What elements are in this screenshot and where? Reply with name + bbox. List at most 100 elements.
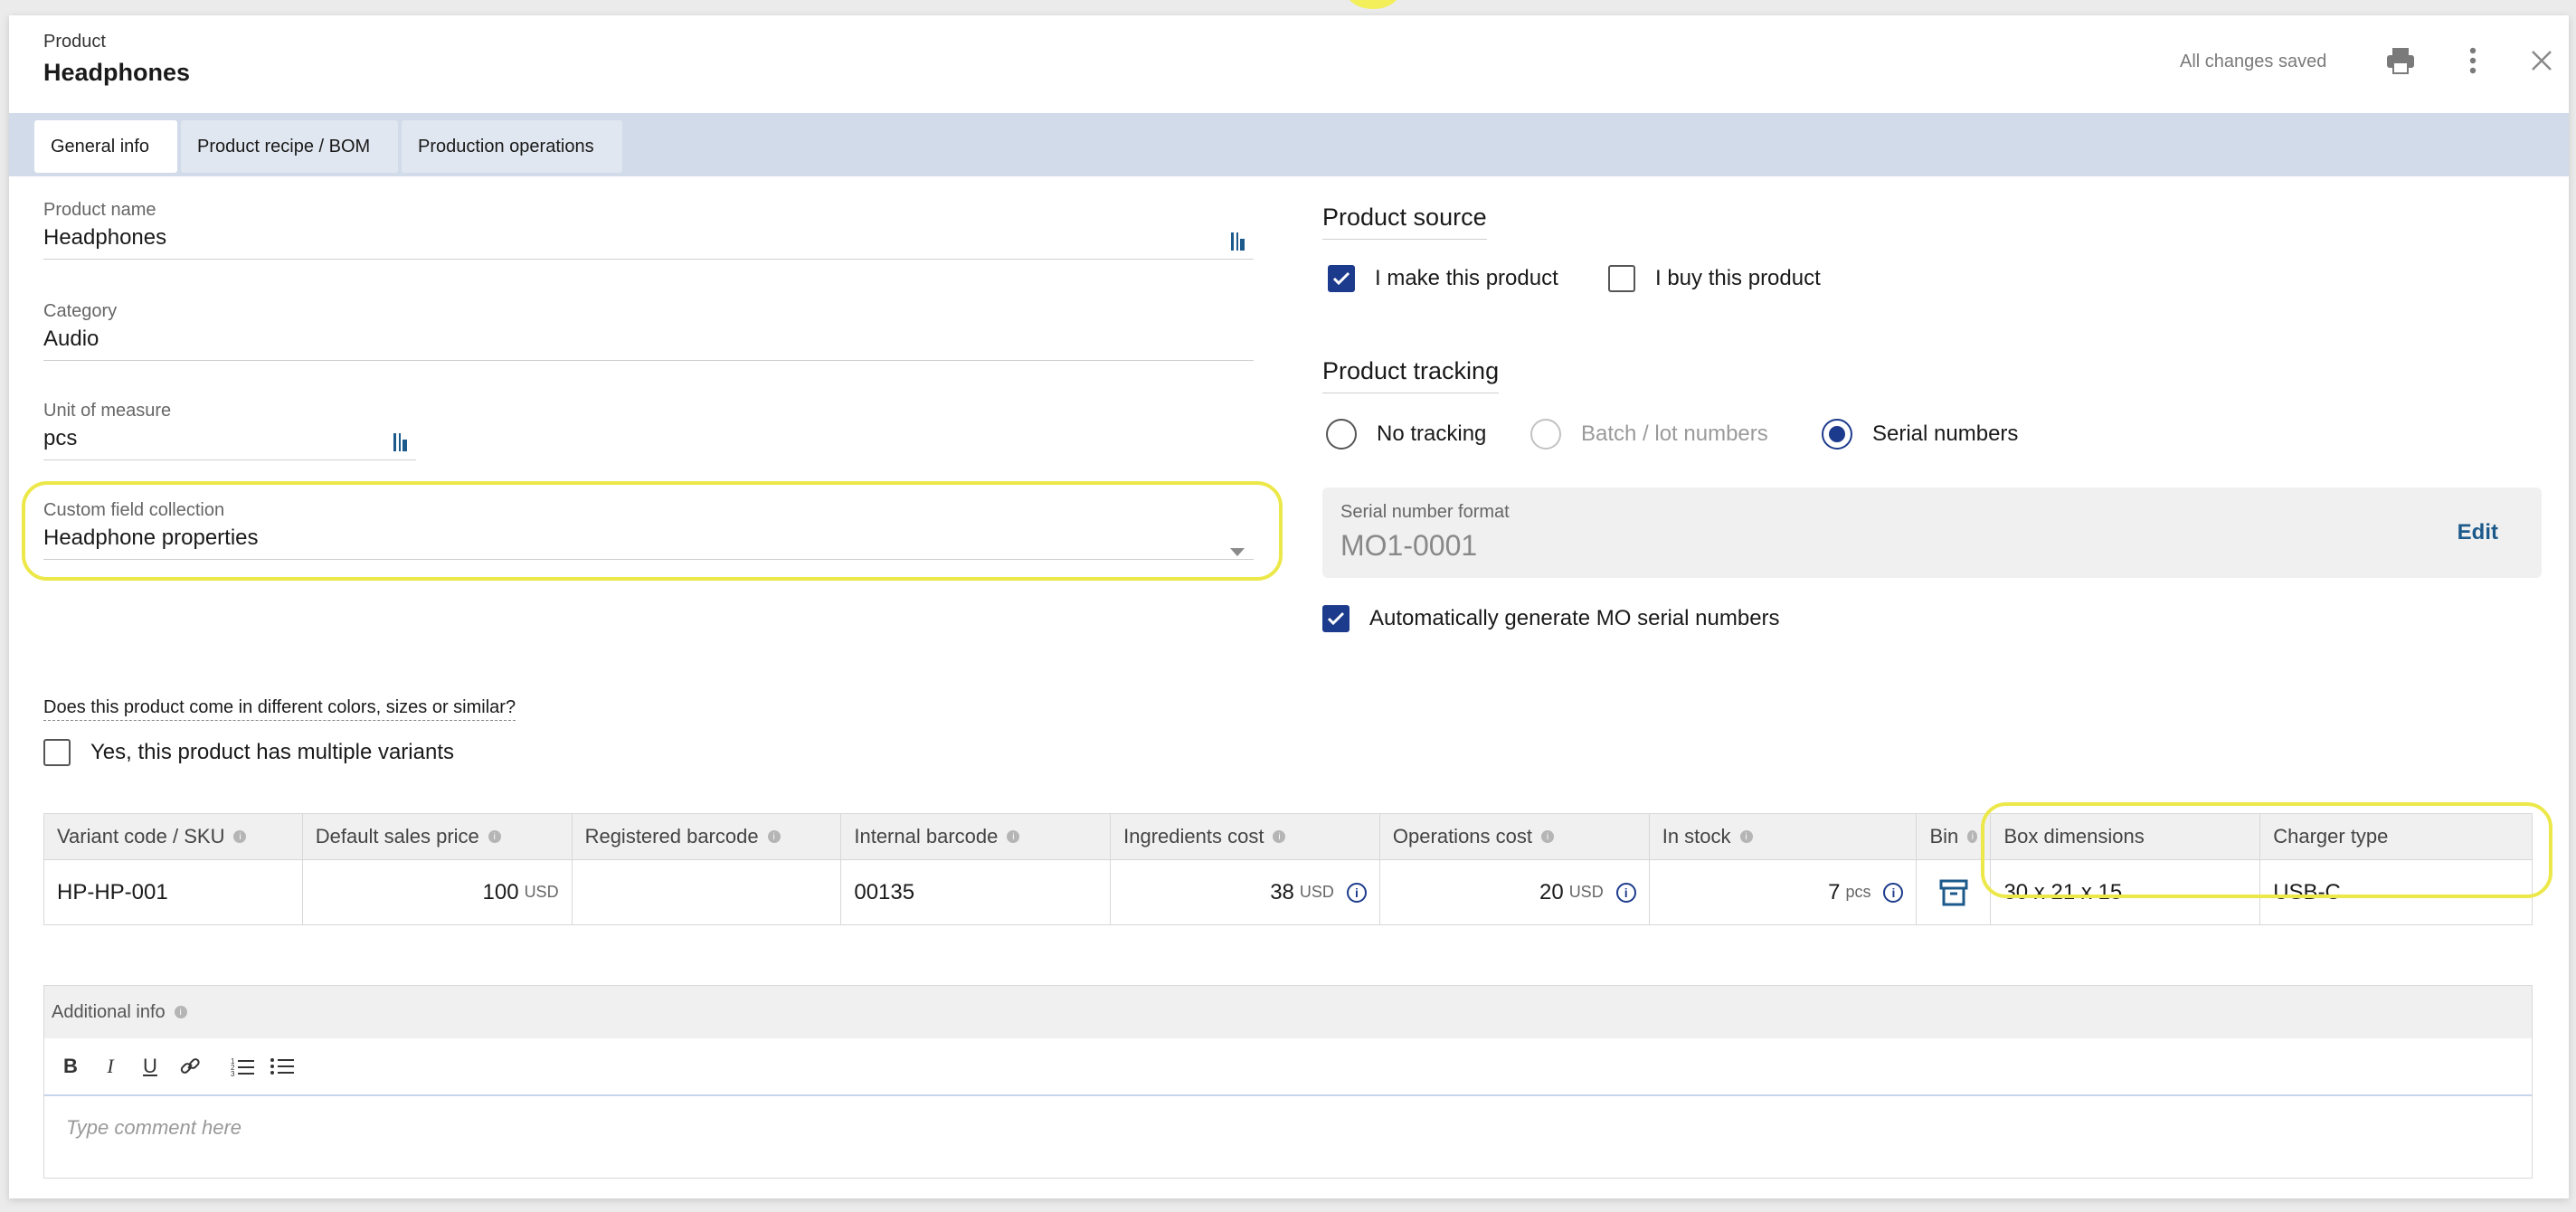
uom-barcode-icon[interactable] — [393, 431, 409, 460]
product-name-label: Product name — [43, 200, 156, 220]
ingredients-unit: USD — [1299, 883, 1334, 901]
cell-operations[interactable]: 20 USD i — [1380, 860, 1650, 924]
cell-price[interactable]: 100 USD — [303, 860, 573, 924]
col-stock-label: In stock — [1662, 825, 1731, 847]
cell-int-barcode[interactable]: 00135 — [841, 860, 1112, 924]
operations-unit: USD — [1568, 883, 1604, 901]
tracking-option-serial[interactable]: Serial numbers — [1822, 419, 2018, 450]
info-icon: i — [233, 830, 247, 843]
tab-product-recipe[interactable]: Product recipe / BOM — [181, 120, 398, 173]
more-vertical-icon[interactable] — [2455, 43, 2491, 79]
col-price-header: Default sales price i — [303, 814, 573, 859]
uom-label: Unit of measure — [43, 401, 172, 421]
page-title: Headphones — [43, 59, 191, 86]
multiple-variants-option[interactable]: Yes, this product has multiple variants — [43, 739, 454, 766]
ingredients-info-icon[interactable]: i — [1346, 882, 1367, 903]
print-icon[interactable] — [2382, 43, 2419, 79]
col-stock-header: In stock i — [1650, 814, 1918, 859]
edit-serial-format-button[interactable]: Edit — [2458, 520, 2498, 545]
cell-stock[interactable]: 7 pcs i — [1650, 860, 1918, 924]
uom-input[interactable]: pcs — [43, 424, 416, 460]
category-label: Category — [43, 301, 118, 321]
tab-production-operations[interactable]: Production operations — [402, 120, 622, 173]
price-unit: USD — [524, 883, 559, 901]
stock-info-icon[interactable]: i — [1883, 882, 1904, 903]
make-product-option[interactable]: I make this product — [1328, 265, 1558, 292]
col-operations-label: Operations cost — [1392, 825, 1532, 847]
archive-icon[interactable] — [1939, 878, 1968, 907]
serial-format-box: Serial number format MO1-0001 Edit — [1322, 488, 2542, 578]
underline-icon[interactable]: U — [137, 1053, 164, 1080]
no-tracking-label: No tracking — [1377, 421, 1487, 446]
col-reg-barcode-label: Registered barcode — [584, 825, 759, 847]
cursor-highlight-dot — [1346, 0, 1400, 9]
category-field[interactable]: Category Audio — [43, 301, 1254, 361]
make-product-checkbox[interactable] — [1328, 265, 1355, 292]
save-status: All changes saved — [2180, 52, 2327, 71]
auto-generate-label: Automatically generate MO serial numbers — [1369, 606, 1780, 630]
product-name-field[interactable]: Product name Headphones — [43, 200, 1254, 260]
col-sku-header: Variant code / SKU i — [44, 814, 303, 859]
product-card: Product Headphones All changes saved Gen… — [9, 15, 2569, 1198]
col-int-barcode-header: Internal barcode i — [841, 814, 1112, 859]
stock-unit: pcs — [1845, 883, 1871, 901]
stock-value: 7 — [1828, 879, 1841, 904]
product-tracking-title: Product tracking — [1322, 357, 1500, 393]
batch-lot-label: Batch / lot numbers — [1581, 421, 1768, 446]
custom-collection-value: Headphone properties — [43, 526, 259, 550]
italic-icon[interactable]: I — [97, 1053, 124, 1080]
ingredients-value: 38 — [1270, 879, 1294, 904]
radio-serial-numbers[interactable] — [1822, 419, 1852, 450]
variants-question-link[interactable]: Does this product come in different colo… — [43, 697, 516, 721]
barcode-icon[interactable] — [1230, 231, 1246, 260]
custom-field-collection[interactable]: Custom field collection Headphone proper… — [43, 500, 1254, 560]
operations-info-icon[interactable]: i — [1615, 882, 1636, 903]
buy-product-checkbox[interactable] — [1608, 265, 1635, 292]
product-source-title: Product source — [1322, 204, 1487, 240]
uom-value: pcs — [43, 426, 78, 450]
serial-format-value: MO1-0001 — [1340, 529, 1478, 562]
additional-info-header: Additional info i — [44, 986, 2532, 1038]
col-reg-barcode-header: Registered barcode i — [573, 814, 842, 859]
buy-product-option[interactable]: I buy this product — [1608, 265, 1821, 292]
col-bin-label: Bin — [1929, 825, 1959, 847]
serial-numbers-label: Serial numbers — [1872, 421, 2019, 446]
dropdown-arrow-icon[interactable] — [1230, 536, 1245, 565]
info-icon: i — [1967, 830, 1978, 843]
svg-text:3: 3 — [231, 1070, 235, 1076]
cell-reg-barcode[interactable] — [573, 860, 842, 924]
tracking-option-none[interactable]: No tracking — [1326, 419, 1486, 450]
category-input[interactable]: Audio — [43, 325, 1254, 361]
info-icon: i — [488, 830, 501, 843]
comment-input[interactable]: Type comment here — [44, 1096, 2532, 1140]
auto-generate-checkbox[interactable] — [1322, 605, 1350, 632]
make-product-label: I make this product — [1375, 266, 1558, 290]
cell-ingredients[interactable]: 38 USD i — [1111, 860, 1380, 924]
multiple-variants-checkbox[interactable] — [43, 739, 71, 766]
additional-info-label: Additional info — [52, 1001, 166, 1022]
product-name-input[interactable]: Headphones — [43, 223, 1254, 260]
link-icon[interactable] — [176, 1053, 204, 1080]
info-icon: i — [1007, 830, 1020, 843]
operations-value: 20 — [1539, 879, 1564, 904]
editor-toolbar: B I U 123 — [44, 1038, 2532, 1096]
uom-field[interactable]: Unit of measure pcs — [43, 401, 416, 460]
bullet-list-icon[interactable] — [269, 1053, 296, 1080]
col-ingredients-label: Ingredients cost — [1123, 825, 1264, 847]
multiple-variants-label: Yes, this product has multiple variants — [90, 740, 454, 764]
cell-sku[interactable]: HP-HP-001 — [44, 860, 303, 924]
close-icon[interactable] — [2524, 43, 2560, 79]
bold-icon[interactable]: B — [57, 1053, 84, 1080]
radio-no-tracking[interactable] — [1326, 419, 1357, 450]
buy-product-label: I buy this product — [1655, 266, 1821, 290]
tab-general-info[interactable]: General info — [34, 120, 177, 173]
numbered-list-icon[interactable]: 123 — [229, 1053, 256, 1080]
col-ingredients-header: Ingredients cost i — [1111, 814, 1380, 859]
auto-generate-option[interactable]: Automatically generate MO serial numbers — [1322, 605, 1780, 632]
col-int-barcode-label: Internal barcode — [854, 825, 999, 847]
info-icon: i — [1739, 830, 1753, 843]
col-sku-label: Variant code / SKU — [57, 825, 225, 847]
highlight-custom-columns — [1981, 802, 2552, 898]
tracking-option-batch: Batch / lot numbers — [1530, 419, 1768, 450]
custom-collection-select[interactable]: Headphone properties — [43, 524, 1254, 560]
